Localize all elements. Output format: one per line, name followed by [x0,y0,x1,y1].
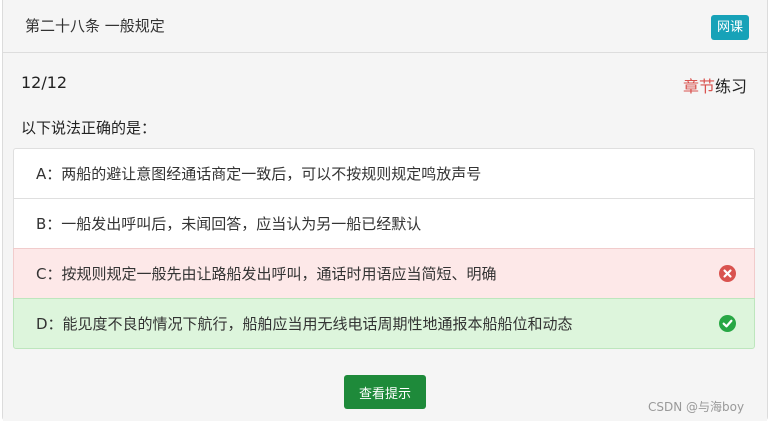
section-title: 第二十八条 一般规定 [25,17,165,35]
option-b[interactable]: B：一船发出呼叫后，未闻回答，应当认为另一船已经默认 [13,198,755,249]
question-text: 以下说法正确的是： [21,119,157,137]
question-progress: 12/12 [21,73,68,92]
option-d[interactable]: D：能见度不良的情况下航行，船舶应当用无线电话周期性地通报本船船位和动态 [13,298,755,349]
mode-rest: 练习 [714,77,747,96]
mode-highlight: 章节 [682,77,715,96]
show-hint-button[interactable]: 查看提示 [344,375,426,409]
options-list: A：两船的避让意图经通话商定一致后，可以不按规则规定鸣放声号 B：一船发出呼叫后… [13,148,755,349]
option-c-label: C：按规则规定一般先由让路船发出呼叫，通话时用语应当简短、明确 [36,265,497,283]
option-d-label: D：能见度不良的情况下航行，船舶应当用无线电话周期性地通报本船船位和动态 [36,315,573,333]
option-a[interactable]: A：两船的避让意图经通话商定一致后，可以不按规则规定鸣放声号 [13,148,755,199]
course-badge[interactable]: 网课 [711,15,749,40]
quiz-panel: 第二十八条 一般规定 网课 12/12 章节练习 以下说法正确的是： A：两船的… [2,0,768,421]
practice-mode: 章节练习 [683,73,747,97]
panel-body: 12/12 章节练习 以下说法正确的是： A：两船的避让意图经通话商定一致后，可… [3,53,767,421]
option-a-label: A：两船的避让意图经通话商定一致后，可以不按规则规定鸣放声号 [36,165,482,183]
option-b-label: B：一船发出呼叫后，未闻回答，应当认为另一船已经默认 [36,215,422,233]
csdn-watermark: CSDN @与海boy [648,400,745,414]
option-c[interactable]: C：按规则规定一般先由让路船发出呼叫，通话时用语应当简短、明确 [13,248,755,299]
x-circle-icon [719,265,736,282]
panel-header: 第二十八条 一般规定 网课 [3,0,767,53]
check-circle-icon [719,315,736,332]
